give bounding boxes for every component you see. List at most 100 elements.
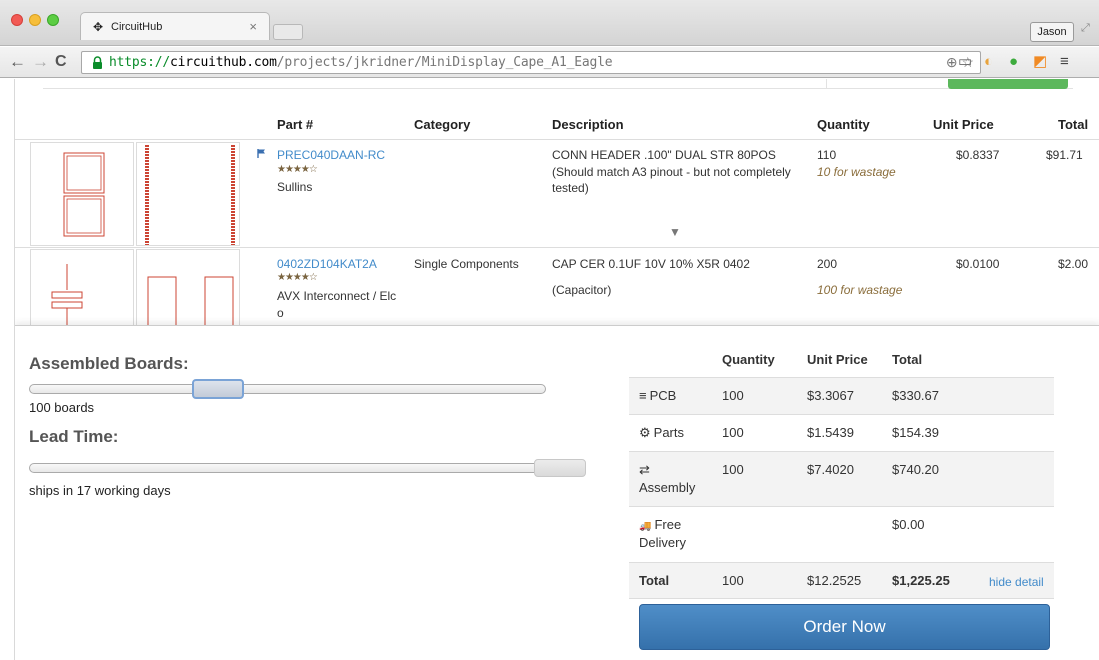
- new-tab-button[interactable]: [273, 24, 303, 40]
- lead-time-value: ships in 17 working days: [29, 483, 171, 498]
- total-unit-price: $12.2525: [807, 573, 862, 588]
- delivery-total: $0.00: [892, 517, 925, 532]
- assembly-total: $740.20: [892, 462, 939, 477]
- quote-header-quantity: Quantity: [722, 352, 775, 367]
- description: CONN HEADER .100" DUAL STR 80POS: [552, 148, 776, 162]
- extension-icon[interactable]: ◐: [984, 52, 993, 72]
- quote-row-total: Total 100 $12.2525 $1,225.25 hide detail: [629, 562, 1054, 599]
- assembly-quantity: 100: [722, 462, 744, 477]
- rating-stars: ★★★★☆: [277, 164, 318, 175]
- extension-icons: ▭ ◐ ● ◩ ≡: [958, 51, 1099, 73]
- order-now-button[interactable]: Order Now: [639, 604, 1050, 650]
- quote-row-parts: ⚙ Parts 100 $1.5439 $154.39: [629, 414, 1054, 451]
- tab-close-icon[interactable]: ×: [249, 19, 257, 34]
- line-total: $2.00: [1058, 257, 1089, 271]
- window-close-button[interactable]: [11, 14, 23, 26]
- schematic-thumbnail[interactable]: [30, 249, 134, 330]
- expand-row-icon[interactable]: ▼: [669, 225, 681, 239]
- manufacturer: Sullins: [277, 180, 313, 194]
- quote-row-assembly: ⇄ Assembly 100 $7.4020 $740.20: [629, 451, 1054, 506]
- footprint-thumbnail[interactable]: [30, 142, 134, 246]
- parts-quantity: 100: [722, 425, 744, 440]
- chart-extension-icon[interactable]: ◩: [1033, 52, 1047, 72]
- flag-icon[interactable]: [257, 149, 266, 158]
- category: Single Components: [414, 257, 519, 271]
- footprint-thumbnail[interactable]: [136, 249, 240, 330]
- boards-slider[interactable]: [29, 384, 546, 394]
- manufacturer: AVX Interconnect / Elc: [277, 289, 397, 303]
- lead-time-slider-handle[interactable]: [534, 459, 586, 477]
- quantity-note: 10 for wastage: [817, 165, 896, 179]
- evernote-icon[interactable]: ●: [1009, 52, 1018, 72]
- cast-icon[interactable]: ▭: [958, 52, 972, 72]
- quote-row-pcb: ≡ PCB 100 $3.3067 $330.67: [629, 377, 1054, 414]
- divider: [826, 79, 827, 89]
- lock-icon: [93, 56, 102, 69]
- header-category: Category: [414, 117, 471, 132]
- lead-time-label: Lead Time:: [29, 427, 119, 446]
- description: CAP CER 0.1UF 10V 10% X5R 0402: [552, 257, 750, 271]
- delivery-item: 🚚 Free: [639, 516, 681, 536]
- description-note: (Capacitor): [552, 283, 612, 297]
- rating-stars: ★★★★☆: [277, 272, 318, 283]
- browser-toolbar: ← → C https://circuithub.com/projects/jk…: [0, 47, 1099, 78]
- header-description: Description: [552, 117, 624, 132]
- parts-item: ⚙ Parts: [639, 425, 684, 440]
- back-button[interactable]: ←: [9, 51, 26, 73]
- menu-icon[interactable]: ≡: [1060, 52, 1069, 72]
- manufacturer-continued: o: [277, 306, 284, 320]
- top-strip: [43, 79, 1073, 89]
- pcb-total: $330.67: [892, 388, 939, 403]
- assembly-unit-price: $7.4020: [807, 462, 854, 477]
- header-unit-price: Unit Price: [933, 117, 994, 132]
- parts-unit-price: $1.5439: [807, 425, 854, 440]
- forward-button[interactable]: →: [32, 51, 49, 73]
- header-part: Part #: [277, 117, 314, 132]
- browser-tab[interactable]: ✥ CircuitHub ×: [80, 12, 270, 40]
- pcb-item: ≡ PCB: [639, 388, 677, 403]
- description-note: (Should match A3 pinout - but not comple…: [552, 165, 791, 195]
- boards-slider-handle[interactable]: [191, 379, 244, 399]
- list-icon: ≡: [639, 388, 647, 403]
- circuithub-favicon-icon: ✥: [93, 20, 104, 34]
- quote-header-unit-price: Unit Price: [807, 352, 868, 367]
- address-bar[interactable]: https://circuithub.com/projects/jkridner…: [81, 51, 981, 74]
- assembly-item: Assembly: [639, 480, 696, 495]
- pcb-quantity: 100: [722, 388, 744, 403]
- quote-header-total: Total: [892, 352, 923, 367]
- unit-price: $0.8337: [956, 148, 1000, 162]
- quantity: 110: [817, 148, 837, 162]
- assembled-boards-label: Assembled Boards:: [29, 354, 189, 373]
- window-maximize-button[interactable]: [47, 14, 59, 26]
- browser-titlebar: ✥ CircuitHub × Jason ⤢: [0, 0, 1099, 46]
- page-content: Part # Category Description Quantity Uni…: [14, 79, 1099, 660]
- hide-detail-link[interactable]: hide detail: [989, 573, 1044, 591]
- total-quantity: 100: [722, 573, 744, 588]
- delivery-item-line2: Delivery: [639, 535, 686, 550]
- divider: [15, 247, 1099, 248]
- cogs-icon: ⚙: [639, 425, 651, 440]
- green-action-button[interactable]: [948, 79, 1068, 89]
- profile-button[interactable]: Jason: [1030, 22, 1074, 42]
- pcb-unit-price: $3.3067: [807, 388, 854, 403]
- pinout-thumbnail[interactable]: [136, 142, 240, 246]
- quantity-note: 100 for wastage: [817, 283, 903, 297]
- unit-price: $0.0100: [956, 257, 1000, 271]
- part-number-link[interactable]: PREC040DAAN-RC: [277, 147, 385, 163]
- grand-total: $1,225.25: [892, 573, 950, 588]
- header-quantity: Quantity: [817, 117, 870, 132]
- reload-button[interactable]: C: [55, 51, 67, 73]
- divider: [15, 139, 1099, 140]
- lead-time-slider[interactable]: [29, 463, 586, 473]
- line-total: $91.71: [1046, 148, 1083, 162]
- assembly-icon: ⇄: [639, 462, 650, 477]
- quote-row-delivery: 🚚 Free Delivery $0.00: [629, 506, 1054, 562]
- fullscreen-icon[interactable]: ⤢: [1081, 22, 1090, 35]
- tab-title: CircuitHub: [111, 21, 163, 33]
- window-minimize-button[interactable]: [29, 14, 41, 26]
- url-text: https://circuithub.com/projects/jkridner…: [109, 55, 613, 70]
- part-number-link[interactable]: 0402ZD104KAT2A: [277, 256, 377, 272]
- quantity: 200: [817, 257, 838, 271]
- parts-total: $154.39: [892, 425, 939, 440]
- boards-value: 100 boards: [29, 400, 95, 415]
